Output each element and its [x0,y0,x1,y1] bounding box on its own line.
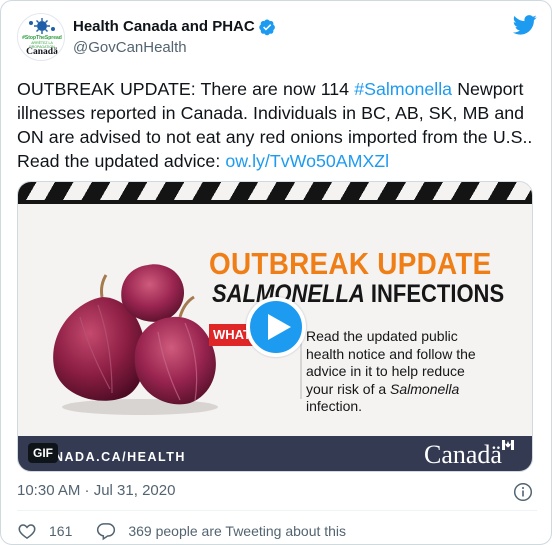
play-icon [268,314,291,340]
tweet-text-part: OUTBREAK UPDATE: There are now 114 [17,79,355,99]
site-label: NADA.CA/HEALTH [54,450,186,464]
verified-badge-icon [258,19,275,36]
gif-media[interactable]: OUTBREAK UPDATE SALMONELLA INFECTIONS WH… [17,181,533,472]
name-block: Health Canada and PHAC @GovCanHealth [73,17,276,58]
info-icon[interactable] [513,482,533,502]
heart-icon [18,524,36,539]
like-count: 161 [49,523,73,539]
tweet-card[interactable]: #StopTheSpread ARRÊTEZ LA PROPAGATION Ca… [0,0,552,545]
display-name-row[interactable]: Health Canada and PHAC [73,17,276,37]
twitter-bird-icon[interactable] [513,15,537,35]
avatar-wordmark: Canadä [26,47,58,57]
stripe-rule [18,200,532,204]
virus-icon [29,18,55,34]
red-onions-image [53,264,218,415]
play-button[interactable] [246,297,306,357]
media-headline: OUTBREAK UPDATE [209,246,492,281]
tweet-header: #StopTheSpread ARRÊTEZ LA PROPAGATION Ca… [17,13,537,63]
like-button[interactable]: 161 [17,521,72,541]
advice-text-end: infection. [306,398,363,414]
hazard-stripes [18,182,532,200]
tweet-timestamp[interactable]: 10:30 AM · Jul 31, 2020 [17,481,175,501]
hashtag-link[interactable]: #Salmonella [354,79,452,99]
advice-italic: Salmonella [390,380,460,397]
advice-text: Read the updated public health notice an… [306,328,486,416]
comment-icon [97,523,116,541]
engagement-bar: 161 369 people are Tweeting about this [17,520,370,542]
advice-url-link[interactable]: ow.ly/TvWo50AMXZl [225,151,389,171]
avatar[interactable]: #StopTheSpread ARRÊTEZ LA PROPAGATION Ca… [17,13,65,61]
replies-text: 369 people are Tweeting about this [128,523,347,539]
divider [17,510,537,511]
canada-wordmark: Canadä [424,440,502,469]
replies-link[interactable]: 369 people are Tweeting about this [96,521,346,541]
gif-badge: GIF [28,443,58,463]
display-name[interactable]: Health Canada and PHAC [73,17,255,37]
tweet-text: OUTBREAK UPDATE: There are now 114 #Salm… [17,77,539,173]
flag-icon [502,440,514,450]
handle[interactable]: @GovCanHealth [73,38,276,58]
subheadline-rest: INFECTIONS [364,280,505,308]
